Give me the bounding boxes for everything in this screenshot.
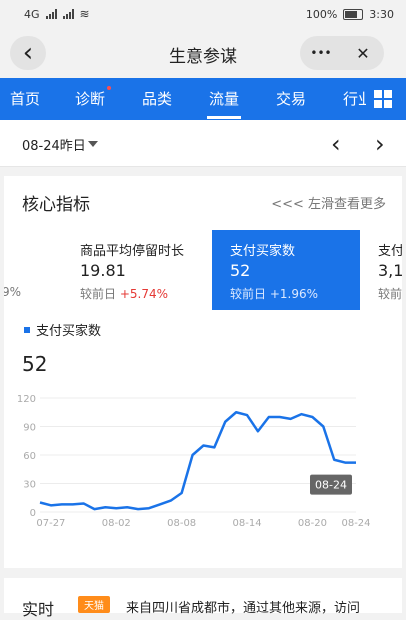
tab-label: 交易 bbox=[276, 90, 307, 108]
x-tick-label: 07-27 bbox=[36, 518, 65, 529]
tab-diagnose[interactable]: 诊断 bbox=[75, 86, 112, 109]
metric-change: 9% bbox=[4, 285, 22, 299]
metric-card-partial-right[interactable]: 支付 3,1 较前 bbox=[366, 230, 402, 310]
y-tick-label: 90 bbox=[23, 423, 36, 434]
signal-icon bbox=[45, 9, 57, 19]
legend-label: 支付买家数 bbox=[36, 324, 102, 339]
signal-icon-2 bbox=[62, 9, 74, 19]
tab-category[interactable]: 品类 bbox=[142, 88, 172, 109]
x-tick-label: 08-24 bbox=[341, 518, 370, 529]
traffic-line-chart[interactable]: 0 30 60 90 120 07-27 08-02 08-08 08-14 08-20 08-24… bbox=[4, 388, 402, 538]
metric-carousel[interactable]: 9% 商品平均停留时长 19.81 较前日 +5.74% 支付买家数 52 较前… bbox=[4, 230, 402, 310]
date-picker[interactable]: 08-24昨日 bbox=[22, 135, 86, 154]
tab-label: 首页 bbox=[10, 90, 41, 108]
capsule-menu: ••• ✕ bbox=[300, 36, 384, 70]
metric-compare: 较前日 +1.96% bbox=[230, 285, 318, 302]
metric-card-paying-buyers[interactable]: 支付买家数 52 较前日 +1.96% bbox=[212, 230, 360, 310]
next-day-button[interactable]: › bbox=[375, 130, 385, 158]
y-tick-label: 0 bbox=[30, 508, 36, 519]
tooltip-label: 08-24 bbox=[315, 479, 347, 492]
y-tick-label: 60 bbox=[23, 451, 36, 462]
metric-compare: 较前日 +5.74% bbox=[80, 285, 168, 302]
metric-card-dwell-time[interactable]: 商品平均停留时长 19.81 较前日 +5.74% bbox=[66, 230, 206, 310]
clock: 3:30 bbox=[369, 8, 394, 21]
compare-label: 较前日 bbox=[230, 287, 267, 301]
battery-percent: 100% bbox=[305, 8, 338, 21]
more-button[interactable]: ••• bbox=[300, 36, 342, 70]
chart-current-value: 52 bbox=[22, 352, 48, 376]
swipe-hint[interactable]: <<< 左滑查看更多 bbox=[271, 193, 386, 212]
section-title: 核心指标 bbox=[22, 195, 90, 215]
metric-label: 支付 bbox=[378, 244, 402, 259]
network-label: 4G bbox=[24, 7, 40, 21]
tab-label: 诊断 bbox=[75, 90, 106, 108]
grid-menu-icon[interactable] bbox=[366, 78, 400, 120]
x-tick-label: 08-20 bbox=[298, 518, 327, 529]
y-tick-label: 30 bbox=[23, 480, 36, 491]
compare-label: 较前日 bbox=[80, 287, 117, 301]
metric-label: 商品平均停留时长 bbox=[80, 244, 185, 259]
x-tick-label: 08-08 bbox=[167, 518, 196, 529]
chart-legend: 支付买家数 bbox=[24, 320, 101, 339]
legend-swatch bbox=[24, 326, 30, 333]
tab-label: 流量 bbox=[209, 90, 240, 108]
prev-day-button[interactable]: ‹ bbox=[331, 130, 341, 158]
metric-change: +5.74% bbox=[119, 287, 169, 301]
x-tick-label: 08-02 bbox=[102, 518, 131, 529]
main-tabs: 首页 诊断 品类 流量 交易 行业 bbox=[0, 78, 406, 120]
wifi-icon: ≋ bbox=[79, 7, 90, 21]
tab-traffic[interactable]: 流量 bbox=[206, 88, 242, 119]
metric-value: 19.81 bbox=[80, 261, 126, 280]
notification-dot bbox=[107, 86, 112, 90]
x-tick-label: 08-14 bbox=[233, 518, 262, 529]
core-metrics-card: 核心指标 <<< 左滑查看更多 9% 商品平均停留时长 19.81 较前日 +5… bbox=[4, 176, 402, 568]
chevron-right-icon: › bbox=[375, 130, 385, 158]
realtime-title: 实时 bbox=[22, 600, 55, 619]
close-button[interactable]: ✕ bbox=[342, 36, 384, 70]
date-selector-bar: 08-24昨日 ‹ › bbox=[0, 120, 406, 167]
realtime-card: 实时 天猫 来自四川省成都市，通过其他来源，访问 bbox=[4, 578, 402, 619]
tab-label: 品类 bbox=[142, 90, 173, 108]
tab-home[interactable]: 首页 bbox=[10, 88, 40, 109]
caret-down-icon[interactable] bbox=[88, 141, 98, 147]
metric-value: 52 bbox=[230, 261, 251, 280]
status-bar: 4G ≋ 100% 3:30 bbox=[0, 0, 406, 30]
realtime-text: 来自四川省成都市，通过其他来源，访问 bbox=[126, 601, 361, 616]
tmall-tag: 天猫 bbox=[78, 596, 110, 613]
title-bar: ‹ 生意参谋 ••• ✕ bbox=[0, 30, 406, 76]
chevron-left-icon: ‹ bbox=[331, 130, 341, 158]
battery-icon bbox=[343, 9, 364, 20]
metric-label: 支付买家数 bbox=[230, 244, 296, 259]
y-tick-label: 120 bbox=[17, 394, 36, 405]
metric-change: +1.96% bbox=[269, 287, 319, 301]
tab-trade[interactable]: 交易 bbox=[276, 88, 306, 109]
metric-card-partial-left[interactable]: 9% bbox=[4, 230, 22, 310]
metric-value: 3,1 bbox=[378, 261, 402, 280]
compare-label: 较前 bbox=[378, 287, 402, 301]
